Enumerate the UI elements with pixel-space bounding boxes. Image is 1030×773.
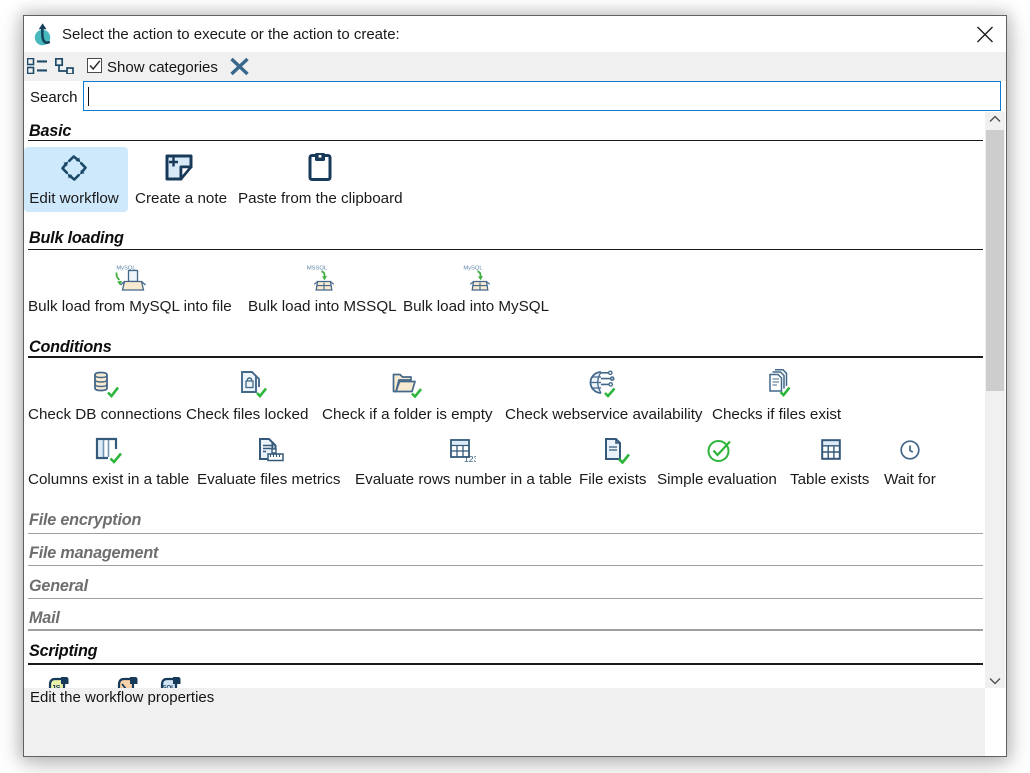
svg-text:123: 123	[464, 454, 476, 463]
svg-text:MSSQL: MSSQL	[307, 266, 328, 272]
svg-text:MySQL: MySQL	[463, 266, 483, 272]
